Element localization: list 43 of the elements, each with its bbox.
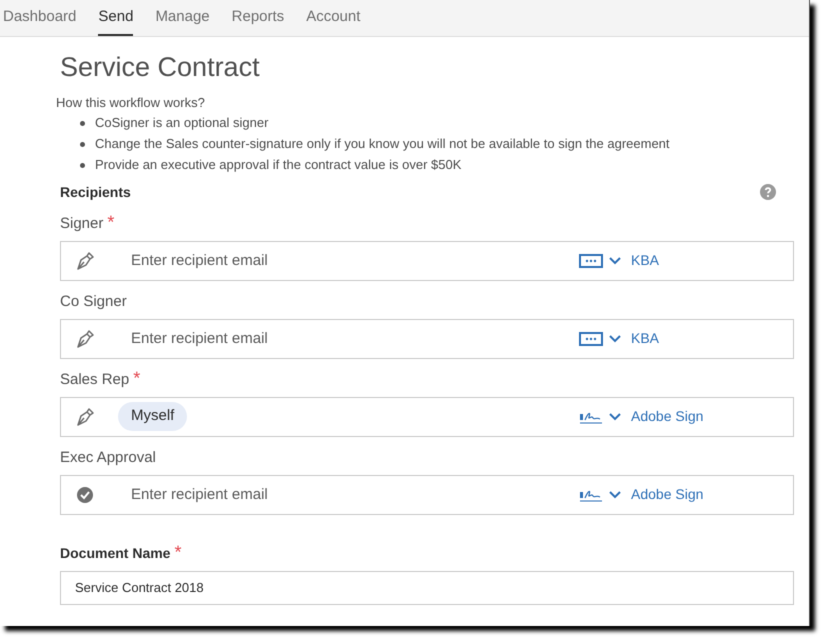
field-label: Signer — [60, 214, 104, 234]
instruction-text: CoSigner is an optional signer — [95, 114, 268, 132]
field-label: Co Signer — [60, 292, 127, 312]
instruction-text: Provide an executive approval if the contract value is over $50K — [95, 156, 462, 174]
nav-tab[interactable]: Send — [98, 0, 134, 36]
recipient-field[interactable]: Enter recipient email KBA — [60, 318, 794, 358]
auth-dropdown[interactable]: Adobe Sign — [579, 484, 709, 505]
bullet-icon — [80, 162, 85, 168]
nav-tab[interactable]: Manage — [155, 0, 210, 36]
nav-tab[interactable]: Dashboard — [3, 0, 76, 36]
required-asterisk: * — [174, 542, 182, 560]
nav-tab[interactable]: Reports — [232, 0, 284, 36]
chevron-icon — [609, 490, 621, 498]
recipient-field[interactable]: Enter recipient email Adobe Sign — [60, 474, 794, 514]
auth-dropdown[interactable]: Adobe Sign — [579, 406, 709, 427]
required-asterisk: * — [133, 368, 140, 386]
field-label: Sales Rep — [60, 370, 130, 390]
document-name-input[interactable]: Service Contract 2018 — [60, 570, 794, 604]
nav-tab[interactable]: Account — [306, 0, 360, 36]
recipient-field[interactable]: Enter recipient email KBA — [60, 240, 794, 280]
recipient-chip[interactable]: Myself — [118, 402, 188, 431]
workflow-heading: How this workflow works? — [56, 94, 206, 112]
email-input[interactable]: Enter recipient email — [131, 484, 431, 506]
email-input[interactable]: Enter recipient email — [131, 250, 431, 272]
page-title: Service Contract — [60, 51, 261, 84]
bullet-icon — [80, 142, 85, 146]
auth-dropdown[interactable]: KBA — [579, 250, 709, 271]
field-label: Document Name — [60, 544, 170, 562]
chevron-icon — [609, 412, 621, 420]
bullet-icon — [80, 120, 85, 126]
password-icon — [579, 254, 603, 268]
checkmark-icon — [76, 486, 94, 504]
password-icon — [579, 332, 603, 346]
instruction-text: Change the Sales counter-signature only if you know you will not be available to sign the agreement — [95, 135, 670, 154]
auth-dropdown[interactable]: KBA — [579, 328, 709, 349]
chevron-icon — [609, 256, 621, 264]
field-label: Exec Approval — [60, 448, 156, 468]
required-asterisk: * — [107, 212, 114, 230]
help-icon[interactable] — [760, 184, 776, 200]
email-input[interactable]: Enter recipient email — [131, 328, 431, 350]
section-heading: Recipients — [60, 182, 131, 202]
recipient-field[interactable]: Myself Adobe Sign — [60, 396, 794, 436]
chevron-icon — [609, 334, 621, 342]
